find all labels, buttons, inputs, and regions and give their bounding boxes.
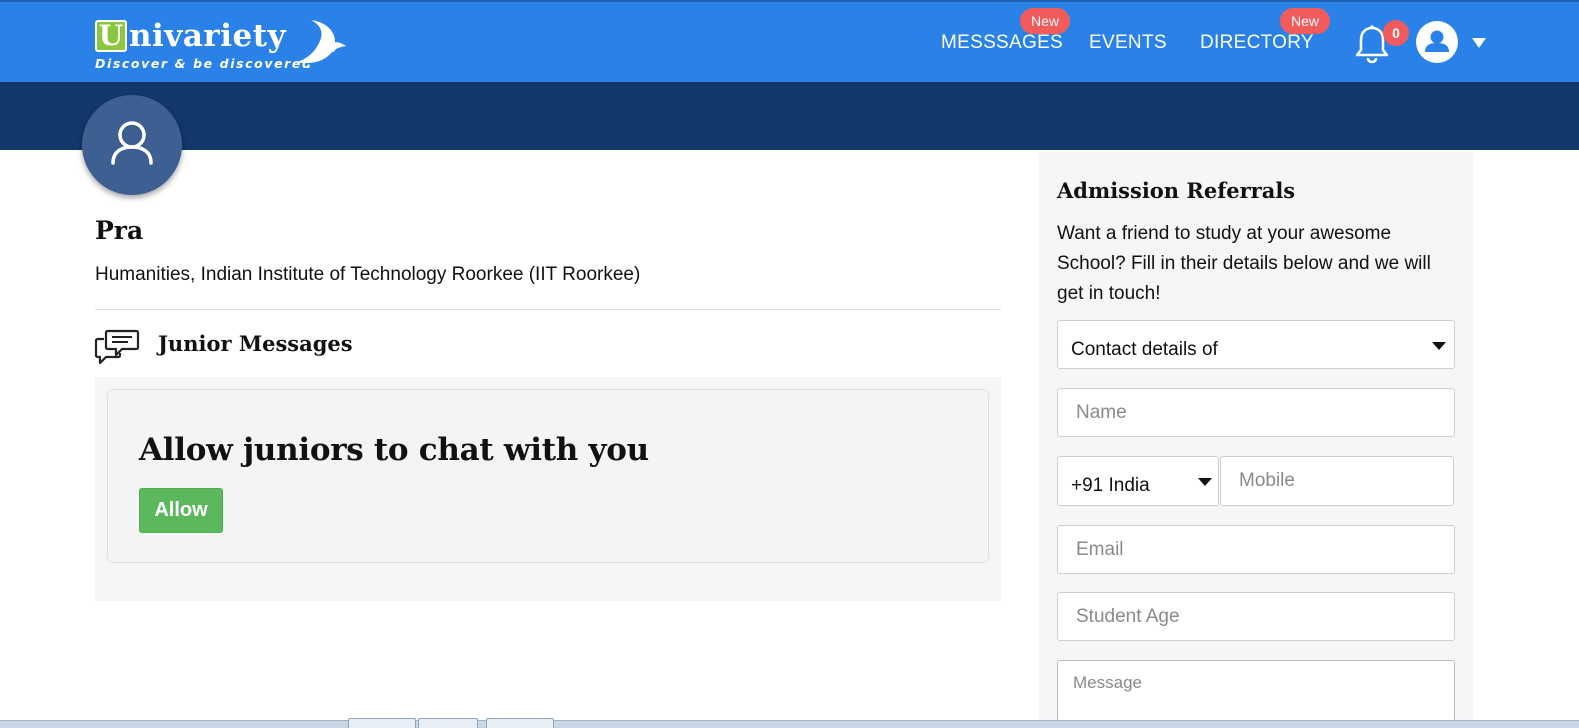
profile-name: Pra — [95, 216, 144, 245]
logo-tagline: Discover & be discovered — [95, 56, 313, 71]
messages-new-badge: New — [1020, 8, 1071, 34]
user-avatar-icon[interactable] — [1416, 21, 1458, 63]
chat-bubbles-icon — [94, 329, 140, 365]
contact-details-select[interactable]: Contact details of — [1057, 320, 1455, 369]
section-divider — [95, 309, 1001, 310]
mobile-input[interactable] — [1220, 456, 1454, 506]
caret-down-icon — [1432, 342, 1446, 350]
student-age-input[interactable] — [1057, 592, 1455, 641]
notification-count-badge: 0 — [1383, 20, 1409, 46]
admission-referrals-description: Want a friend to study at your awesome S… — [1057, 223, 1431, 304]
logo-wordmark: nivariety — [129, 18, 287, 54]
logo-letter: U — [95, 20, 127, 52]
admission-referrals-title: Admission Referrals — [1057, 178, 1296, 203]
allow-chat-heading: Allow juniors to chat with you — [139, 432, 649, 468]
country-code-select-value: +91 India — [1071, 475, 1150, 496]
os-taskbar — [0, 720, 1579, 728]
taskbar-tab[interactable] — [348, 718, 416, 728]
allow-chat-card — [107, 389, 989, 563]
user-silhouette-icon — [1425, 30, 1449, 52]
caret-down-icon[interactable] — [1472, 38, 1486, 48]
user-outline-icon — [111, 121, 153, 165]
profile-subtitle: Humanities, Indian Institute of Technolo… — [95, 264, 641, 285]
bird-icon — [297, 20, 346, 65]
univariety-logo[interactable]: U nivariety Discover & be discovered — [95, 14, 350, 76]
taskbar-tab[interactable] — [418, 718, 478, 728]
nav-events[interactable]: EVENTS — [1089, 32, 1167, 54]
name-input[interactable] — [1057, 388, 1455, 437]
taskbar-tab[interactable] — [486, 718, 554, 728]
allow-button[interactable]: Allow — [139, 488, 223, 533]
profile-avatar[interactable] — [82, 95, 182, 195]
contact-details-select-value: Contact details of — [1071, 339, 1218, 360]
message-textarea[interactable] — [1057, 660, 1455, 722]
profile-cover-band — [0, 82, 1579, 150]
caret-down-icon — [1198, 478, 1212, 486]
email-input[interactable] — [1057, 525, 1455, 574]
junior-messages-title: Junior Messages — [158, 331, 353, 356]
country-code-select[interactable]: +91 India — [1057, 456, 1219, 506]
directory-new-badge: New — [1280, 8, 1331, 34]
nav-messages[interactable]: MESSSAGES — [941, 32, 1063, 54]
nav-directory[interactable]: DIRECTORY — [1200, 32, 1314, 54]
